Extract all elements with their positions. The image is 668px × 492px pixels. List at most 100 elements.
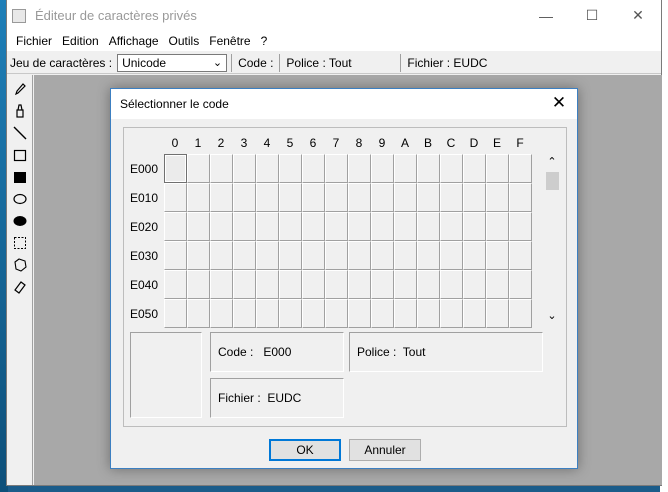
code-cell[interactable] xyxy=(371,183,394,212)
code-cell[interactable] xyxy=(486,212,509,241)
code-cell[interactable] xyxy=(279,299,302,328)
code-cell[interactable] xyxy=(187,154,210,183)
code-cell[interactable] xyxy=(440,270,463,299)
code-cell[interactable] xyxy=(417,183,440,212)
code-cell[interactable] xyxy=(279,241,302,270)
code-cell[interactable] xyxy=(325,299,348,328)
code-cell[interactable] xyxy=(348,299,371,328)
code-cell[interactable] xyxy=(463,270,486,299)
code-cell[interactable] xyxy=(371,241,394,270)
code-cell[interactable] xyxy=(279,212,302,241)
maximize-button[interactable]: ☐ xyxy=(569,0,615,31)
code-cell[interactable] xyxy=(302,183,325,212)
cancel-button[interactable]: Annuler xyxy=(349,439,421,461)
ok-button[interactable]: OK xyxy=(269,439,341,461)
code-cell[interactable] xyxy=(417,299,440,328)
menu-fenetre[interactable]: Fenêtre xyxy=(204,34,255,48)
code-cell[interactable] xyxy=(187,241,210,270)
code-cell[interactable] xyxy=(302,212,325,241)
code-cell[interactable] xyxy=(210,154,233,183)
code-cell[interactable] xyxy=(509,241,532,270)
code-cell[interactable] xyxy=(302,299,325,328)
title-bar[interactable]: Éditeur de caractères privés — ☐ ✕ xyxy=(7,0,661,31)
code-cell[interactable] xyxy=(509,154,532,183)
code-cell[interactable] xyxy=(164,154,187,183)
code-cell[interactable] xyxy=(463,241,486,270)
code-cell[interactable] xyxy=(302,270,325,299)
code-cell[interactable] xyxy=(325,183,348,212)
code-cell[interactable] xyxy=(187,299,210,328)
code-cell[interactable] xyxy=(256,299,279,328)
chevron-up-icon[interactable]: ⌃ xyxy=(544,154,560,170)
code-cell[interactable] xyxy=(256,154,279,183)
code-cell[interactable] xyxy=(417,241,440,270)
code-cell[interactable] xyxy=(187,270,210,299)
code-cell[interactable] xyxy=(210,299,233,328)
code-cell[interactable] xyxy=(164,270,187,299)
code-cell[interactable] xyxy=(348,183,371,212)
chevron-down-icon[interactable]: ⌄ xyxy=(544,308,560,324)
freeform-selection-icon[interactable] xyxy=(13,258,27,272)
code-cell[interactable] xyxy=(256,241,279,270)
code-cell[interactable] xyxy=(509,212,532,241)
filled-rectangle-icon[interactable] xyxy=(13,170,27,184)
code-cell[interactable] xyxy=(440,299,463,328)
code-cell[interactable] xyxy=(463,299,486,328)
code-cell[interactable] xyxy=(463,183,486,212)
code-cell[interactable] xyxy=(509,299,532,328)
code-cell[interactable] xyxy=(233,270,256,299)
line-icon[interactable] xyxy=(13,126,27,140)
code-cell[interactable] xyxy=(187,212,210,241)
code-cell[interactable] xyxy=(417,154,440,183)
close-button[interactable]: ✕ xyxy=(615,0,661,31)
code-cell[interactable] xyxy=(486,154,509,183)
code-cell[interactable] xyxy=(325,241,348,270)
code-cell[interactable] xyxy=(164,183,187,212)
pencil-icon[interactable] xyxy=(13,82,27,96)
code-cell[interactable] xyxy=(509,183,532,212)
code-cell[interactable] xyxy=(417,270,440,299)
code-cell[interactable] xyxy=(348,241,371,270)
code-cell[interactable] xyxy=(394,270,417,299)
menu-outils[interactable]: Outils xyxy=(164,34,205,48)
code-cell[interactable] xyxy=(486,183,509,212)
code-cell[interactable] xyxy=(371,299,394,328)
code-cell[interactable] xyxy=(348,270,371,299)
code-cell[interactable] xyxy=(164,212,187,241)
code-cell[interactable] xyxy=(256,212,279,241)
menu-edition[interactable]: Edition xyxy=(57,34,104,48)
code-cell[interactable] xyxy=(394,241,417,270)
code-cell[interactable] xyxy=(463,154,486,183)
code-cell[interactable] xyxy=(394,299,417,328)
code-cell[interactable] xyxy=(325,154,348,183)
minimize-button[interactable]: — xyxy=(523,0,569,31)
code-cell[interactable] xyxy=(325,212,348,241)
code-cell[interactable] xyxy=(371,212,394,241)
code-cell[interactable] xyxy=(233,212,256,241)
grid-scrollbar[interactable]: ⌃ ⌄ xyxy=(544,154,560,324)
code-cell[interactable] xyxy=(486,299,509,328)
code-cell[interactable] xyxy=(256,183,279,212)
code-cell[interactable] xyxy=(256,270,279,299)
eraser-icon[interactable] xyxy=(13,280,27,294)
code-cell[interactable] xyxy=(164,299,187,328)
hollow-ellipse-icon[interactable] xyxy=(13,192,27,206)
code-cell[interactable] xyxy=(417,212,440,241)
rectangular-selection-icon[interactable] xyxy=(13,236,27,250)
code-cell[interactable] xyxy=(279,183,302,212)
code-cell[interactable] xyxy=(210,270,233,299)
menu-help[interactable]: ? xyxy=(256,34,273,48)
menu-fichier[interactable]: Fichier xyxy=(11,34,57,48)
code-cell[interactable] xyxy=(233,154,256,183)
code-cell[interactable] xyxy=(394,212,417,241)
code-cell[interactable] xyxy=(279,154,302,183)
code-cell[interactable] xyxy=(164,241,187,270)
code-cell[interactable] xyxy=(210,212,233,241)
code-cell[interactable] xyxy=(279,270,302,299)
code-cell[interactable] xyxy=(187,183,210,212)
code-cell[interactable] xyxy=(233,299,256,328)
code-cell[interactable] xyxy=(486,241,509,270)
hollow-rectangle-icon[interactable] xyxy=(13,148,27,162)
code-cell[interactable] xyxy=(233,241,256,270)
code-cell[interactable] xyxy=(371,154,394,183)
